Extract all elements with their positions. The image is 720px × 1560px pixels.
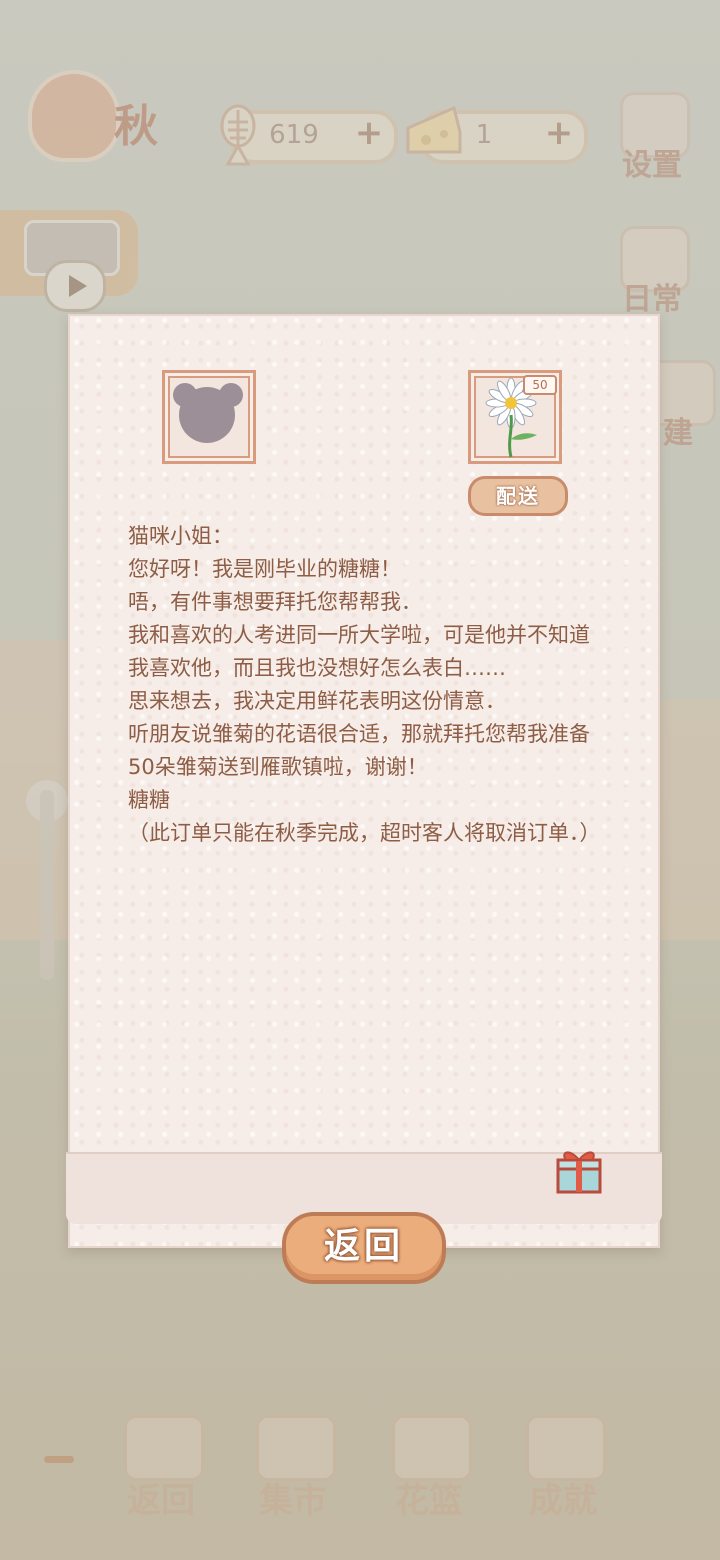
market-stall-icon (256, 1415, 336, 1481)
cheese-count: 1 (475, 120, 493, 150)
nav-back[interactable]: 返回 (116, 1415, 206, 1521)
nav-achievement-label: 成就 (529, 1481, 597, 1521)
letter-greeting: 猫咪小姐： (128, 524, 233, 548)
daily-button[interactable]: 日常 (614, 226, 690, 318)
customer-silhouette-icon (179, 387, 235, 443)
season-badge[interactable]: 秋 (28, 70, 178, 162)
back-button[interactable]: 返回 (282, 1212, 446, 1284)
add-fish-button[interactable]: + (352, 116, 386, 150)
daily-label: 日常 (622, 282, 682, 317)
gift-icon[interactable] (552, 1144, 606, 1194)
nav-basket[interactable]: 花篮 (384, 1415, 474, 1521)
letter-signature: 糖糖 (128, 788, 170, 812)
letter-line: 思来想去，我决定用鲜花表明这份情意． (128, 689, 506, 713)
order-letter: 50 配送 猫咪小姐： 您好呀！我是刚毕业的糖糖！ 唔，有件事想要拜托您帮帮我．… (66, 314, 662, 1248)
customer-portrait (162, 370, 256, 464)
tree-icon (28, 70, 120, 162)
house-right (650, 700, 720, 940)
letter-line: 您好呀！我是刚毕业的糖糖！ (128, 557, 401, 581)
settings-label: 设置 (622, 148, 682, 183)
fish-counter: 619 + (220, 104, 398, 166)
cheese-counter: 1 + (406, 105, 588, 164)
play-icon (44, 260, 106, 312)
nav-back-label: 返回 (127, 1481, 195, 1521)
letter-note: （此订单只能在秋季完成，超时客人将取消订单．） (128, 821, 601, 845)
trophy-icon (526, 1415, 606, 1481)
collapse-handle[interactable] (44, 1456, 74, 1463)
letter-line: 唔，有件事想要拜托您帮帮我． (128, 590, 422, 614)
deliver-button[interactable]: 配送 (468, 476, 568, 516)
nav-basket-label: 花篮 (395, 1481, 463, 1521)
nav-market[interactable]: 集市 (248, 1415, 338, 1521)
nav-achievement[interactable]: 成就 (518, 1415, 608, 1521)
quantity-badge: 50 (523, 375, 557, 395)
window-icon (124, 1415, 204, 1481)
lamp-post (40, 790, 54, 980)
video-bag-button[interactable] (0, 210, 138, 312)
season-label: 秋 (114, 101, 158, 152)
letter-body: 猫咪小姐： 您好呀！我是刚毕业的糖糖！ 唔，有件事想要拜托您帮帮我． 我和喜欢的… (128, 520, 608, 850)
add-cheese-button[interactable]: + (542, 116, 576, 150)
fish-count: 619 (269, 120, 319, 150)
nav-market-label: 集市 (259, 1481, 327, 1521)
settings-button[interactable]: 设置 (614, 92, 690, 184)
flower-basket-icon (392, 1415, 472, 1481)
letter-line: 我和喜欢的人考进同一所大学啦，可是他并不知道我喜欢他，而且我也没想好怎么表白…… (128, 623, 590, 680)
requested-flower[interactable]: 50 (468, 370, 562, 464)
letter-line: 听朋友说雏菊的花语很合适，那就拜托您帮我准备50朵雏菊送到雁歌镇啦，谢谢！ (128, 722, 590, 779)
